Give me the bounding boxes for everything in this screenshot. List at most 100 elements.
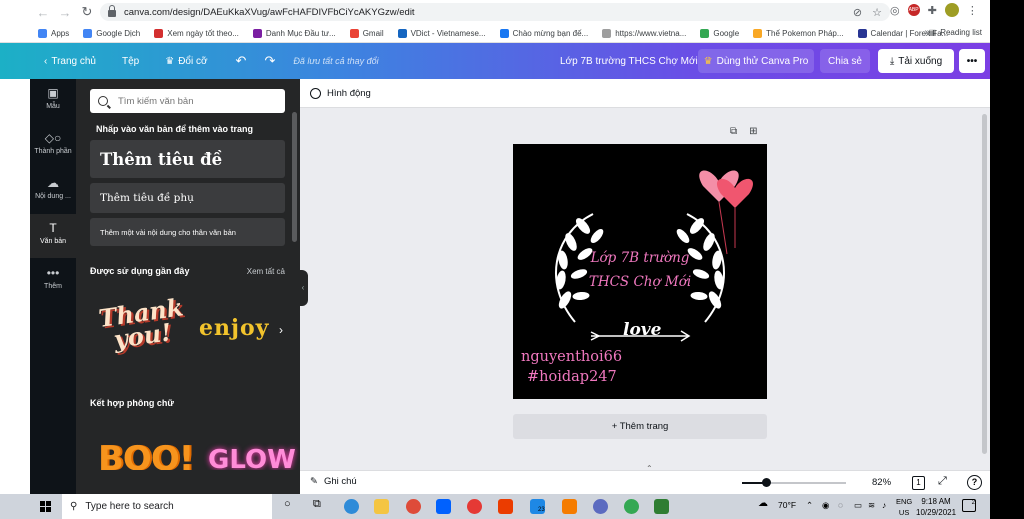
camera-off-icon[interactable]: ⊘ (853, 6, 862, 19)
bookmark-label: Thế Pokemon Pháp... (766, 28, 844, 38)
add-heading-button[interactable]: Thêm tiêu đề (90, 140, 285, 178)
design-title-line-1[interactable]: Lớp 7B trường (513, 250, 767, 266)
reading-list[interactable]: ▤ Reading list (929, 28, 982, 37)
bookmark-item[interactable]: Danh Mục Đầu tư... (252, 28, 336, 38)
clock[interactable]: 9:18 AM 10/29/2021 (916, 496, 956, 518)
bookmark-item[interactable]: Apps (38, 28, 69, 38)
bookmark-item[interactable]: Xem ngày tốt theo... (154, 28, 239, 38)
windows-start-icon[interactable] (40, 501, 51, 512)
tray-chevron-icon[interactable]: ⌃ (806, 500, 813, 511)
design-hashtag[interactable]: #hoidap247 (527, 369, 617, 385)
tray-app-icon-2[interactable]: ◌ (838, 500, 843, 510)
zoom-level[interactable]: 82% (872, 477, 891, 488)
redo-icon[interactable]: ↷ (264, 53, 275, 69)
notification-icon[interactable]: 2 (962, 499, 976, 512)
back-icon[interactable]: ← (32, 5, 54, 20)
weather-icon[interactable]: ☁ (758, 498, 768, 509)
duplicate-page-icon[interactable]: ⧉ (730, 126, 737, 137)
app-icon-2[interactable] (562, 499, 577, 514)
chrome-icon-2[interactable] (624, 499, 639, 514)
abp-extension-icon[interactable]: ABP (907, 4, 920, 16)
rail-item-more[interactable]: ••• Thêm (30, 259, 76, 303)
crown-icon: ♛ (165, 55, 175, 67)
bookmark-favicon-icon (252, 28, 262, 38)
shield-extension-icon[interactable]: ◎ (890, 4, 900, 17)
add-subheading-button[interactable]: Thêm tiêu đề phụ (90, 183, 285, 213)
download-button[interactable]: ⤓ Tải xuống (878, 49, 954, 73)
design-page[interactable]: Lớp 7B trường THCS Chợ Mới love nguyenth… (513, 144, 767, 399)
animate-button[interactable]: Hình động (327, 88, 371, 99)
bookmark-item[interactable]: Gmail (349, 28, 384, 38)
see-all-link[interactable]: Xem tất cả (247, 267, 285, 276)
design-title[interactable]: Lớp 7B trường THCS Chợ Mới (560, 56, 698, 67)
forward-icon[interactable]: → (54, 5, 76, 20)
chrome-icon[interactable] (406, 499, 421, 514)
cortana-icon[interactable]: ○ (284, 498, 291, 510)
file-explorer-icon[interactable] (374, 499, 389, 514)
more-options-button[interactable]: ••• (959, 49, 985, 73)
bookmark-favicon-icon (349, 28, 359, 38)
battery-icon[interactable]: ▭ (854, 500, 862, 511)
collapse-panel-handle[interactable]: ‹ (298, 270, 308, 306)
wifi-icon[interactable]: ≋ (868, 500, 875, 511)
editor-scrollbar[interactable] (980, 108, 990, 470)
task-view-icon[interactable]: ⧉ (313, 498, 321, 511)
design-love-text[interactable]: love (623, 320, 662, 340)
text-search-input[interactable] (118, 95, 278, 107)
taskbar-search[interactable]: ⚲ Type here to search (62, 494, 272, 519)
app-icon-3[interactable] (593, 499, 608, 514)
weather-temp[interactable]: 70°F (778, 500, 796, 510)
home-button[interactable]: ‹ Trang chủ (44, 56, 96, 67)
language-indicator[interactable]: ENG US (896, 496, 912, 518)
photos-icon[interactable] (654, 499, 669, 514)
tray-app-icon[interactable]: ◉ (822, 500, 829, 511)
browser-menu-icon[interactable]: ⋮ (967, 4, 978, 17)
zoom-slider[interactable] (742, 478, 846, 487)
address-bar[interactable]: canva.com/design/DAEuKkaXVug/awFcHAFDIVF… (100, 3, 890, 21)
panel-scrollbar[interactable] (292, 112, 297, 242)
design-username[interactable]: nguyenthoi66 (521, 349, 622, 365)
office-icon[interactable] (498, 499, 513, 514)
recent-text-thank-you[interactable]: Thank you! (97, 292, 188, 354)
bookmark-item[interactable]: Thế Pokemon Pháp... (753, 28, 844, 38)
editor-scroll-thumb[interactable] (982, 114, 987, 454)
puzzle-extension-icon[interactable]: ✚ (928, 4, 937, 17)
editor-toolbar: Hình động (300, 79, 990, 108)
page-count-icon[interactable]: 1 (912, 476, 925, 490)
app-icon[interactable] (467, 499, 482, 514)
undo-icon[interactable]: ↶ (236, 53, 247, 69)
text-search[interactable] (90, 89, 285, 113)
bookmark-favicon-icon (700, 28, 710, 38)
profile-avatar[interactable] (944, 3, 959, 17)
windows-taskbar: ⚲ Type here to search ○ ⧉ 23 ☁ 70°F ⌃ ◉ … (0, 494, 990, 519)
rail-item-elements[interactable]: ◇○ Thành phần (30, 124, 76, 168)
file-menu[interactable]: Tệp (122, 56, 139, 67)
rail-item-uploads[interactable]: ☁ Nội dung ... (30, 169, 76, 213)
chevron-left-icon: ‹ (44, 55, 48, 67)
add-body-text-button[interactable]: Thêm một vài nội dung cho thân văn bản (90, 218, 285, 246)
add-page-icon[interactable]: ⊞ (749, 126, 757, 137)
zoom-slider-handle[interactable] (762, 478, 771, 487)
bookmark-item[interactable]: VDict - Vietnamese... (397, 28, 486, 38)
bookmark-item[interactable]: Chào mừng bạn đế... (499, 28, 588, 38)
bookmark-item[interactable]: Google (700, 28, 739, 38)
rail-item-templates[interactable]: ▣ Mẫu (30, 79, 76, 123)
bookmark-item[interactable]: Google Dịch (83, 28, 140, 38)
share-button[interactable]: Chia sẻ (820, 49, 870, 73)
recent-text-enjoy[interactable]: enjoy (199, 315, 269, 341)
help-icon[interactable]: ? (967, 475, 982, 490)
add-page-button[interactable]: + Thêm trang (513, 414, 767, 439)
chevron-right-icon[interactable]: › (279, 323, 283, 337)
try-pro-button[interactable]: ♛ Dùng thử Canva Pro (698, 49, 814, 73)
rail-item-text[interactable]: T Văn bản (30, 214, 76, 258)
design-title-line-2[interactable]: THCS Chợ Mới (513, 274, 767, 290)
volume-icon[interactable]: ♪ (882, 500, 886, 510)
notes-button[interactable]: ✎ Ghi chú (310, 476, 357, 487)
bookmark-item[interactable]: https://www.vietna... (602, 28, 686, 38)
dropbox-icon[interactable] (436, 499, 451, 514)
star-icon[interactable]: ☆ (872, 6, 882, 19)
resize-button[interactable]: ♛ Đổi cỡ (165, 56, 207, 67)
edge-icon[interactable] (344, 499, 359, 514)
fullscreen-icon[interactable]: ⤢ (938, 475, 947, 488)
reload-icon[interactable]: ↻ (76, 4, 98, 20)
